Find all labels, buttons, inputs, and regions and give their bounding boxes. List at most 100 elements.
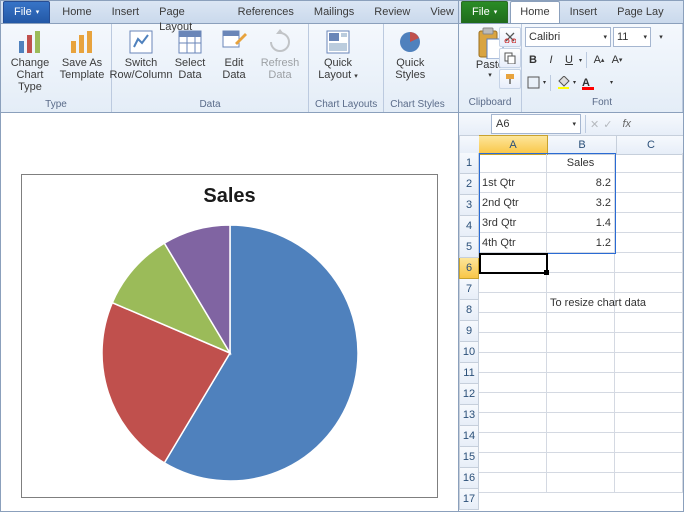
chart-title[interactable]: Sales <box>22 185 437 208</box>
cell[interactable]: Sales <box>547 153 615 173</box>
copy-button[interactable] <box>499 48 521 68</box>
row-header[interactable]: 13 <box>459 405 479 426</box>
tab-home[interactable]: Home <box>510 1 559 23</box>
bold-button[interactable]: B <box>525 51 541 69</box>
chart-object[interactable]: Sales <box>21 174 438 498</box>
decrease-font-button[interactable]: A▾ <box>609 51 625 69</box>
cell[interactable] <box>615 193 683 213</box>
file-tab[interactable]: File▾ <box>3 1 50 23</box>
row-header[interactable]: 10 <box>459 342 479 363</box>
tab-home[interactable]: Home <box>52 1 101 23</box>
cell[interactable] <box>547 273 615 293</box>
cell[interactable]: 3rd Qtr <box>479 213 547 233</box>
enter-icon[interactable]: ✓ <box>603 118 612 131</box>
tab-review[interactable]: Review <box>364 1 420 23</box>
row-header[interactable]: 12 <box>459 384 479 405</box>
cell[interactable] <box>615 213 683 233</box>
cell[interactable]: 3.2 <box>547 193 615 213</box>
row-header[interactable]: 4 <box>459 216 479 237</box>
cell[interactable] <box>547 433 615 453</box>
row-header[interactable]: 8 <box>459 300 479 321</box>
quick-layout-button[interactable]: Quick Layout ▾ <box>315 27 361 83</box>
row-header[interactable]: 16 <box>459 468 479 489</box>
font-size-combo[interactable]: 11▾ <box>613 27 651 47</box>
row-header[interactable]: 11 <box>459 363 479 384</box>
cell[interactable] <box>615 153 683 173</box>
cell[interactable] <box>547 253 615 273</box>
cell[interactable] <box>479 433 547 453</box>
cell[interactable] <box>615 453 683 473</box>
cell[interactable] <box>615 473 683 493</box>
cell[interactable] <box>547 333 615 353</box>
tab-insert[interactable]: Insert <box>560 1 608 23</box>
quick-styles-button[interactable]: Quick Styles <box>390 27 430 81</box>
cell[interactable] <box>615 173 683 193</box>
cell[interactable]: 1.2 <box>547 233 615 253</box>
cell[interactable]: 8.2 <box>547 173 615 193</box>
row-header[interactable]: 5 <box>459 237 479 258</box>
fill-color-button[interactable] <box>555 74 571 92</box>
cell[interactable] <box>547 313 615 333</box>
cell[interactable] <box>479 313 547 333</box>
border-button[interactable] <box>525 74 541 92</box>
row-header[interactable]: 17 <box>459 489 479 510</box>
font-name-combo[interactable]: Calibri▾ <box>525 27 611 47</box>
cell[interactable]: To resize chart data <box>547 293 615 313</box>
cell[interactable] <box>547 373 615 393</box>
tab-view[interactable]: View <box>420 1 459 23</box>
row-header[interactable]: 7 <box>459 279 479 300</box>
cell[interactable] <box>479 273 547 293</box>
row-header[interactable]: 2 <box>459 174 479 195</box>
cell[interactable] <box>615 373 683 393</box>
cell[interactable] <box>615 333 683 353</box>
chevron-down-icon[interactable]: ▾ <box>653 28 669 46</box>
fx-icon[interactable]: fx <box>622 118 636 130</box>
row-header[interactable]: 9 <box>459 321 479 342</box>
file-tab[interactable]: File▾ <box>461 1 508 23</box>
change-chart-type-button[interactable]: Change Chart Type <box>7 27 53 93</box>
cell[interactable] <box>479 473 547 493</box>
cell[interactable] <box>547 393 615 413</box>
cell[interactable] <box>547 453 615 473</box>
cell[interactable]: 4th Qtr <box>479 233 547 253</box>
cell[interactable] <box>479 413 547 433</box>
underline-button[interactable]: U <box>561 51 577 69</box>
select-data-button[interactable]: Select Data <box>170 27 210 81</box>
tab-references[interactable]: References <box>228 1 304 23</box>
tab-page-layout[interactable]: Page Layout <box>149 1 228 23</box>
switch-row-column-button[interactable]: Switch Row/Column <box>118 27 164 81</box>
cell[interactable] <box>479 453 547 473</box>
col-header-c[interactable]: C <box>617 135 683 155</box>
cell[interactable]: 1st Qtr <box>479 173 547 193</box>
tab-mailings[interactable]: Mailings <box>304 1 364 23</box>
name-box[interactable]: A6▾ <box>491 114 581 134</box>
cell[interactable] <box>479 393 547 413</box>
cancel-icon[interactable]: ✕ <box>590 118 599 131</box>
cell[interactable] <box>479 293 547 313</box>
cell[interactable] <box>479 333 547 353</box>
cell[interactable] <box>615 273 683 293</box>
format-painter-button[interactable] <box>499 69 521 89</box>
cell[interactable] <box>615 413 683 433</box>
increase-font-button[interactable]: A▴ <box>591 51 607 69</box>
cell[interactable] <box>547 473 615 493</box>
row-header[interactable]: 1 <box>459 153 479 174</box>
cell[interactable] <box>615 313 683 333</box>
cut-button[interactable] <box>499 27 521 47</box>
col-header-b[interactable]: B <box>548 135 617 155</box>
row-header[interactable]: 6 <box>459 258 479 279</box>
cell[interactable] <box>547 413 615 433</box>
cell[interactable] <box>479 153 547 173</box>
italic-button[interactable]: I <box>543 51 559 69</box>
cell[interactable] <box>479 353 547 373</box>
cell[interactable]: 2nd Qtr <box>479 193 547 213</box>
cell[interactable] <box>615 233 683 253</box>
cell[interactable] <box>615 433 683 453</box>
col-header-a[interactable]: A <box>479 135 548 155</box>
select-all-corner[interactable] <box>459 135 481 155</box>
edit-data-button[interactable]: Edit Data <box>216 27 252 81</box>
tab-page-layout[interactable]: Page Lay <box>607 1 666 23</box>
cell[interactable] <box>615 393 683 413</box>
row-header[interactable]: 3 <box>459 195 479 216</box>
cell[interactable] <box>479 373 547 393</box>
